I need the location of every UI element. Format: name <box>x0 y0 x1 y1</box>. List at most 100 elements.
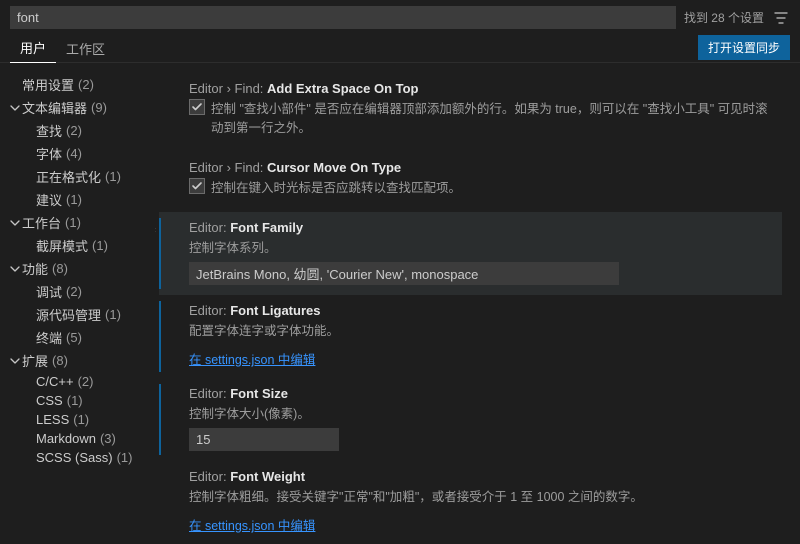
toc-item[interactable]: 工作台 (1) <box>8 211 151 234</box>
toc-item[interactable]: LESS (1) <box>8 410 151 429</box>
toc-item-count: (1) <box>105 307 121 322</box>
toc-item[interactable]: 扩展 (8) <box>8 349 151 372</box>
setting-description: 控制字体大小(像素)。 <box>189 403 772 422</box>
toc-item-count: (3) <box>100 431 116 446</box>
setting-crumb: Editor: <box>189 386 230 401</box>
checkbox[interactable] <box>189 99 205 115</box>
setting-key: Add Extra Space On Top <box>267 81 418 96</box>
toc-item-count: (2) <box>78 374 94 389</box>
settings-content[interactable]: Editor › Find: Add Extra Space On Top 控制… <box>155 63 800 544</box>
setting-key: Cursor Move On Type <box>267 160 401 175</box>
toc-item-count: (1) <box>105 169 121 184</box>
toc-item-count: (2) <box>66 123 82 138</box>
setting-editor-find-cursor-move-on-type: Editor › Find: Cursor Move On Type 控制在键入… <box>159 152 782 212</box>
setting-editor-font-ligatures: Editor: Font Ligatures 配置字体连字或字体功能。 在 se… <box>159 295 782 378</box>
settings-toc-tree[interactable]: 常用设置 (2)文本编辑器 (9)查找 (2)字体 (4)正在格式化 (1)建议… <box>0 63 155 544</box>
toc-item-count: (8) <box>52 261 68 276</box>
toc-item-label: LESS <box>36 412 69 427</box>
toc-item-count: (1) <box>65 215 81 230</box>
setting-editor-font-weight: Editor: Font Weight 控制字体粗细。接受关键字"正常"和"加粗… <box>159 461 782 544</box>
chevron-down-icon[interactable] <box>8 103 22 113</box>
setting-title: Editor: Font Ligatures <box>189 303 772 318</box>
toc-item[interactable]: 截屏模式 (1) <box>8 234 151 257</box>
toc-item-label: 正在格式化 <box>36 167 101 186</box>
setting-title: Editor: Font Weight <box>189 469 772 484</box>
setting-description: 控制字体粗细。接受关键字"正常"和"加粗"，或者接受介于 1 至 1000 之间… <box>189 486 772 505</box>
toc-item-count: (1) <box>73 412 89 427</box>
toc-item-label: SCSS (Sass) <box>36 450 113 465</box>
toc-item[interactable]: 建议 (1) <box>8 188 151 211</box>
modified-indicator <box>159 384 161 455</box>
toc-item-count: (1) <box>66 192 82 207</box>
edit-in-settings-json-link[interactable]: 在 settings.json 中编辑 <box>189 515 315 534</box>
toc-item[interactable]: 字体 (4) <box>8 142 151 165</box>
settings-search-input[interactable] <box>10 6 676 29</box>
setting-key: Font Ligatures <box>230 303 320 318</box>
toc-item[interactable]: 查找 (2) <box>8 119 151 142</box>
toc-item-count: (9) <box>91 100 107 115</box>
toc-item-label: 建议 <box>36 190 62 209</box>
setting-description: 配置字体连字或字体功能。 <box>189 320 772 339</box>
toc-item[interactable]: 文本编辑器 (9) <box>8 96 151 119</box>
toc-item[interactable]: 功能 (8) <box>8 257 151 280</box>
toc-item-label: 功能 <box>22 259 48 278</box>
toc-item[interactable]: SCSS (Sass) (1) <box>8 448 151 467</box>
setting-title: Editor: Font Family <box>189 220 772 235</box>
toc-item[interactable]: 调试 (2) <box>8 280 151 303</box>
setting-crumb: Editor › Find: <box>189 160 267 175</box>
setting-description: 控制字体系列。 <box>189 237 772 256</box>
toc-item[interactable]: C/C++ (2) <box>8 372 151 391</box>
setting-editor-find-add-extra-space-on-top: Editor › Find: Add Extra Space On Top 控制… <box>159 73 782 152</box>
chevron-down-icon[interactable] <box>8 356 22 366</box>
tab-workspace[interactable]: 工作区 <box>56 33 115 63</box>
toc-item-label: Markdown <box>36 431 96 446</box>
modified-indicator <box>159 301 161 372</box>
setting-description: 控制 "查找小部件" 是否应在编辑器顶部添加额外的行。如果为 true，则可以在… <box>211 98 772 136</box>
toc-item[interactable]: Markdown (3) <box>8 429 151 448</box>
setting-crumb: Editor: <box>189 469 230 484</box>
toc-item-label: 文本编辑器 <box>22 98 87 117</box>
setting-key: Font Family <box>230 220 303 235</box>
setting-key: Font Size <box>230 386 288 401</box>
toc-item-label: 常用设置 <box>22 75 74 94</box>
checkbox[interactable] <box>189 178 205 194</box>
toc-item[interactable]: 常用设置 (2) <box>8 73 151 96</box>
toc-item[interactable]: 终端 (5) <box>8 326 151 349</box>
toc-item-count: (2) <box>66 284 82 299</box>
toc-item-count: (5) <box>66 330 82 345</box>
modified-indicator <box>159 218 161 289</box>
tab-user[interactable]: 用户 <box>10 32 56 63</box>
edit-in-settings-json-link[interactable]: 在 settings.json 中编辑 <box>189 349 315 368</box>
chevron-down-icon[interactable] <box>8 218 22 228</box>
toc-item-count: (8) <box>52 353 68 368</box>
settings-sync-button[interactable]: 打开设置同步 <box>698 35 790 60</box>
filter-icon[interactable] <box>772 9 790 27</box>
toc-item-label: 扩展 <box>22 351 48 370</box>
setting-title: Editor: Font Size <box>189 386 772 401</box>
toc-item[interactable]: 正在格式化 (1) <box>8 165 151 188</box>
settings-search-row: 找到 28 个设置 <box>0 0 800 33</box>
chevron-down-icon[interactable] <box>8 264 22 274</box>
font-size-input[interactable] <box>189 428 339 451</box>
toc-item-label: 调试 <box>36 282 62 301</box>
toc-item-label: CSS <box>36 393 63 408</box>
search-results-count: 找到 28 个设置 <box>684 9 764 26</box>
toc-item-label: 源代码管理 <box>36 305 101 324</box>
toc-item-label: 查找 <box>36 121 62 140</box>
font-family-input[interactable] <box>189 262 619 285</box>
gear-icon[interactable] <box>155 222 159 238</box>
toc-item[interactable]: 源代码管理 (1) <box>8 303 151 326</box>
setting-crumb: Editor: <box>189 303 230 318</box>
toc-item-count: (1) <box>92 238 108 253</box>
setting-key: Font Weight <box>230 469 305 484</box>
toc-item-label: 字体 <box>36 144 62 163</box>
setting-title: Editor › Find: Add Extra Space On Top <box>189 81 772 96</box>
toc-item-label: 截屏模式 <box>36 236 88 255</box>
setting-description: 控制在键入时光标是否应跳转以查找匹配项。 <box>211 177 461 196</box>
toc-item-count: (1) <box>117 450 133 465</box>
toc-item-label: 终端 <box>36 328 62 347</box>
setting-editor-font-family: Editor: Font Family 控制字体系列。 <box>159 212 782 295</box>
toc-item[interactable]: CSS (1) <box>8 391 151 410</box>
toc-item-count: (2) <box>78 77 94 92</box>
toc-item-label: C/C++ <box>36 374 74 389</box>
